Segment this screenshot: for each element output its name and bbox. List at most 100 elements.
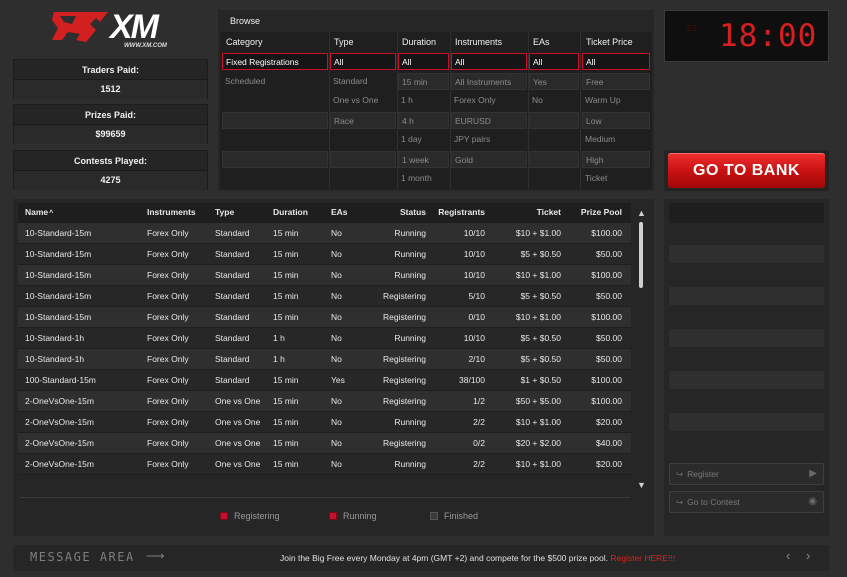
cell-name: 10-Standard-15m	[25, 228, 92, 238]
filter-ticket-price: Ticket Price All Free Warm Up Low Medium…	[582, 32, 650, 190]
message-nav-icon[interactable]: ‹ ›	[786, 548, 816, 563]
filter-eas: EAs All Yes No	[529, 32, 579, 170]
cell-status: Running	[394, 249, 426, 259]
cell-instruments: Forex Only	[147, 354, 189, 364]
cell-ticket: $10 + $1.00	[515, 312, 561, 322]
column-header-duration[interactable]: Duration	[273, 203, 308, 221]
cell-name: 2-OneVsOne-15m	[25, 459, 94, 469]
cell-registrants: 5/10	[468, 291, 485, 301]
column-header-instruments[interactable]: Instruments	[147, 203, 196, 221]
filter-option[interactable]: Scheduled	[222, 73, 328, 90]
table-row[interactable]: 10-Standard-15m Forex Only Standard 15 min N…	[18, 265, 631, 285]
go-to-contest-button[interactable]: ↪ Go to Contest ◉	[669, 491, 824, 513]
filter-option[interactable]: Ticket	[582, 170, 650, 187]
cell-name: 10-Standard-1h	[25, 354, 85, 364]
cell-duration: 15 min	[273, 249, 299, 259]
scroll-up-icon[interactable]: ▲	[637, 208, 646, 218]
cell-registrants: 1/2	[473, 396, 485, 406]
table-row[interactable]: 10-Standard-15m Forex Only Standard 15 min N…	[18, 307, 631, 327]
column-header-ticket[interactable]: Ticket	[488, 203, 561, 221]
filter-type: Type All Standard One vs One Race	[330, 32, 396, 170]
filter-option[interactable]: 1 day	[398, 131, 449, 148]
cell-instruments: Forex Only	[147, 438, 189, 448]
cell-prize-pool: $40.00	[596, 438, 622, 448]
cell-ticket: $5 + $0.50	[520, 354, 561, 364]
column-header-eas[interactable]: EAs	[331, 203, 348, 221]
filter-option[interactable]: All	[451, 53, 527, 70]
filter-option[interactable]: Low	[582, 111, 650, 129]
table-row[interactable]: 2-OneVsOne-15m Forex Only One vs One 15 min…	[18, 391, 631, 411]
stat-value: 4275	[14, 171, 207, 190]
cell-eas: No	[331, 333, 342, 343]
play-icon: ▶	[809, 468, 817, 479]
filter-option[interactable]: Free	[582, 72, 650, 90]
tab-browse[interactable]: Browse	[218, 10, 328, 32]
eye-icon: ◉	[808, 496, 817, 507]
filter-option[interactable]: All	[330, 53, 396, 70]
details-row	[669, 413, 824, 431]
table-row[interactable]: 10-Standard-15m Forex Only Standard 15 min N…	[18, 286, 631, 306]
cell-duration: 1 h	[273, 333, 285, 343]
details-row	[669, 245, 824, 263]
cell-ticket: $5 + $0.50	[520, 333, 561, 343]
cell-eas: No	[331, 438, 342, 448]
table-row[interactable]: 10-Standard-15m Forex Only Standard 15 min N…	[18, 223, 631, 243]
register-button[interactable]: ↪ Register ▶	[669, 463, 824, 485]
clock-display: ET 18:00	[664, 10, 829, 62]
registering-swatch-icon	[220, 512, 228, 520]
cell-eas: Yes	[331, 375, 345, 385]
cell-eas: No	[331, 270, 342, 280]
filter-option[interactable]: 1 h	[398, 92, 449, 109]
table-row[interactable]: 10-Standard-1h Forex Only Standard 1 h No Run…	[18, 328, 631, 348]
filter-option[interactable]: 1 week	[398, 150, 449, 168]
filter-option[interactable]: All	[529, 53, 579, 70]
filter-option[interactable]: All Instruments	[451, 72, 527, 90]
cell-duration: 15 min	[273, 270, 299, 280]
cell-status: Registering	[383, 375, 426, 385]
filter-option[interactable]: Fixed Registrations	[222, 53, 328, 70]
clock-time: 18:00	[719, 18, 818, 54]
cell-instruments: Forex Only	[147, 417, 189, 427]
logo-url: WWW.XM.COM	[124, 43, 167, 49]
filter-option[interactable]: EURUSD	[451, 111, 527, 129]
filter-option[interactable]: Warm Up	[582, 92, 650, 109]
filter-option[interactable]: 4 h	[398, 111, 449, 129]
filter-option[interactable]: All	[398, 53, 449, 70]
cell-status: Registering	[383, 396, 426, 406]
filter-option[interactable]: Medium	[582, 131, 650, 148]
cell-registrants: 0/10	[468, 312, 485, 322]
message-area-label: MESSAGE AREA	[30, 550, 135, 564]
cell-instruments: Forex Only	[147, 228, 189, 238]
table-row[interactable]: 100-Standard-15m Forex Only Standard 15 min…	[18, 370, 631, 390]
filter-option[interactable]: Yes	[529, 72, 579, 90]
scrollbar-thumb[interactable]	[639, 222, 643, 288]
table-row[interactable]: 2-OneVsOne-15m Forex Only One vs One 15 min…	[18, 454, 631, 474]
column-header-name[interactable]: Name^	[25, 203, 53, 221]
register-here-link[interactable]: Register HERE!!!	[610, 553, 675, 563]
column-header-status[interactable]: Status	[368, 203, 426, 221]
filter-option[interactable]: 15 min	[398, 72, 449, 90]
table-row[interactable]: 2-OneVsOne-15m Forex Only One vs One 15 min…	[18, 412, 631, 432]
filter-option[interactable]: All	[582, 53, 650, 70]
table-row[interactable]: 10-Standard-15m Forex Only Standard 15 min N…	[18, 244, 631, 264]
filter-option[interactable]: Gold	[451, 150, 527, 168]
cell-type: One vs One	[215, 459, 261, 469]
filter-option[interactable]: Race	[330, 111, 396, 129]
table-row[interactable]: 10-Standard-1h Forex Only Standard 1 h No Reg…	[18, 349, 631, 369]
column-header-registrants[interactable]: Registrants	[428, 203, 485, 221]
cell-prize-pool: $50.00	[596, 249, 622, 259]
filter-option	[330, 131, 396, 148]
filter-option[interactable]: Forex Only	[451, 92, 527, 109]
column-header-type[interactable]: Type	[215, 203, 234, 221]
filter-option[interactable]: JPY pairs	[451, 131, 527, 148]
filter-option[interactable]: High	[582, 150, 650, 168]
filter-option[interactable]: One vs One	[330, 92, 396, 109]
table-row[interactable]: 2-OneVsOne-15m Forex Only One vs One 15 min…	[18, 433, 631, 453]
column-header-prize-pool[interactable]: Prize Pool	[563, 203, 622, 221]
filter-option[interactable]: 1 month	[398, 170, 449, 187]
filter-option[interactable]: Standard	[330, 73, 396, 90]
go-to-bank-button[interactable]: GO TO BANK	[668, 153, 825, 188]
filter-option[interactable]: No	[529, 92, 579, 109]
cell-duration: 15 min	[273, 459, 299, 469]
scroll-down-icon[interactable]: ▼	[637, 480, 646, 490]
